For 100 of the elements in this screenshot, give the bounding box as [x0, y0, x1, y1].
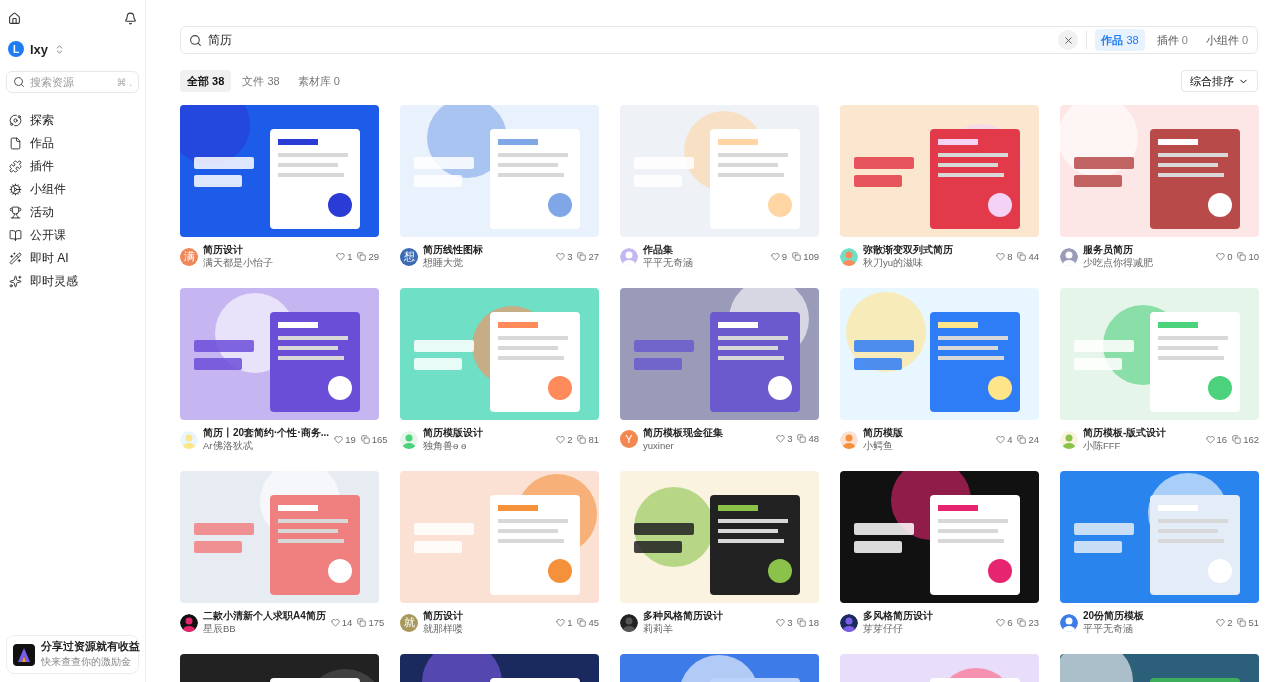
- card-title[interactable]: 简历设计: [423, 609, 463, 623]
- copy-count: 23: [1028, 617, 1039, 628]
- copy-count: 81: [588, 434, 599, 445]
- copy-icon: [1237, 252, 1247, 261]
- card-author: 莉莉羊: [643, 623, 673, 636]
- scope-tab[interactable]: 插件 0: [1150, 29, 1194, 51]
- search-icon: [189, 33, 202, 47]
- heart-icon: [770, 252, 780, 261]
- card-title[interactable]: 多风格简历设计: [863, 609, 933, 623]
- search-field[interactable]: 简历 作品 38 插件 0 小组件 0: [180, 26, 1258, 54]
- like-count: 19: [345, 434, 356, 445]
- card-author: 就那样喽: [423, 623, 463, 636]
- avatar: 满: [180, 247, 198, 266]
- sort-dropdown[interactable]: 综合排序: [1181, 70, 1258, 92]
- orbit-icon: [9, 114, 22, 127]
- gear-icon: [9, 183, 22, 196]
- heart-icon: [1216, 252, 1226, 261]
- card-title[interactable]: 简历模板-版式设计: [1083, 426, 1167, 440]
- avatar: 想: [400, 247, 418, 266]
- card-author: 星辰BB: [203, 623, 236, 636]
- copy-count: 10: [1248, 251, 1259, 262]
- like-count: 1: [567, 617, 573, 628]
- card-author: 平平无奇涵: [643, 257, 693, 270]
- like-count: 3: [567, 251, 573, 262]
- heart-icon: [1216, 618, 1226, 627]
- card-author: 满天都是小怡子: [203, 257, 273, 270]
- heart-icon: [996, 435, 1006, 444]
- scope-tab[interactable]: 小组件 0: [1199, 29, 1254, 51]
- card-title[interactable]: 简历线性图标: [423, 243, 483, 257]
- heart-icon: [336, 252, 346, 261]
- heart-icon: [330, 618, 340, 627]
- wand-icon: [9, 252, 22, 265]
- card-author: yuxiner: [643, 440, 674, 451]
- nav-item[interactable]: 活动: [6, 201, 139, 224]
- nav-item[interactable]: 探索: [6, 109, 139, 132]
- logo-icon: [13, 643, 35, 666]
- heart-icon: [1205, 435, 1215, 444]
- promo-card[interactable]: 分享过资源就有收益 快来查查你的激励金: [6, 635, 139, 674]
- copy-icon: [360, 435, 370, 444]
- search-value[interactable]: 简历: [208, 31, 1053, 49]
- card-title[interactable]: 简历模版: [863, 426, 903, 440]
- nav-item[interactable]: 插件: [6, 155, 139, 178]
- copy-icon: [577, 252, 587, 261]
- filter-tab[interactable]: 全部 38: [180, 70, 232, 92]
- card-title[interactable]: 服务员简历: [1083, 243, 1133, 257]
- file-icon: [9, 137, 22, 150]
- trophy-icon: [9, 206, 22, 219]
- home-icon[interactable]: [8, 12, 21, 25]
- scope-tab[interactable]: 作品 38: [1095, 29, 1145, 51]
- heart-icon: [776, 434, 786, 443]
- copy-count: 24: [1028, 434, 1039, 445]
- copy-count: 29: [368, 251, 379, 262]
- copy-icon: [1232, 435, 1242, 444]
- heart-icon: [556, 618, 566, 627]
- heart-icon: [776, 618, 786, 627]
- card-title[interactable]: 作品集: [643, 243, 673, 257]
- copy-icon: [1017, 435, 1027, 444]
- card-title[interactable]: 弥散渐变双列式简历: [863, 243, 953, 257]
- filter-tab[interactable]: 文件 38: [235, 70, 287, 92]
- copy-count: 45: [588, 617, 599, 628]
- like-count: 6: [1007, 617, 1013, 628]
- card-title[interactable]: 20份简历模板: [1083, 609, 1145, 623]
- card-title[interactable]: 二款小清新个人求职A4简历: [203, 609, 326, 623]
- heart-icon: [996, 618, 1006, 627]
- like-count: 9: [781, 251, 788, 262]
- nav-item[interactable]: 即时 AI: [6, 247, 139, 270]
- card-author: Ar佛洛狄忒: [203, 440, 253, 453]
- nav-item[interactable]: 作品: [6, 132, 139, 155]
- sparkle-icon: [9, 275, 22, 288]
- card-title[interactable]: 简历丨20套简约·个性·商务...: [203, 426, 330, 440]
- close-icon: [1062, 34, 1074, 46]
- user-name[interactable]: lxy: [30, 41, 49, 57]
- filter-tab[interactable]: 素材库 0: [290, 70, 347, 92]
- bell-icon[interactable]: [124, 12, 137, 25]
- card-author: 小鳄鱼: [863, 440, 893, 453]
- clear-button[interactable]: [1058, 30, 1079, 50]
- heart-icon: [556, 435, 566, 444]
- card-author: 平平无奇涵: [1083, 623, 1133, 636]
- avatar: Y: [620, 429, 638, 448]
- like-count: 8: [1007, 251, 1013, 262]
- card-author: 少吃点你得减肥: [1083, 257, 1153, 270]
- card-title[interactable]: 简历模版设计: [423, 426, 483, 440]
- card-title[interactable]: 简历设计: [203, 243, 243, 257]
- like-count: 3: [787, 617, 793, 628]
- avatar: 就: [400, 613, 418, 632]
- copy-count: 165: [371, 434, 388, 445]
- nav-item[interactable]: 即时灵感: [6, 270, 139, 293]
- card-title[interactable]: 简历模板现金征集: [643, 426, 723, 440]
- like-count: 14: [341, 617, 353, 628]
- copy-icon: [577, 435, 587, 444]
- nav-item[interactable]: 小组件: [6, 178, 139, 201]
- like-count: 4: [1007, 434, 1013, 445]
- card-author: 秋刀yu的滋味: [863, 257, 924, 270]
- copy-icon: [357, 618, 367, 627]
- nav-item[interactable]: 公开课: [6, 224, 139, 247]
- copy-icon: [1237, 618, 1247, 627]
- card-title[interactable]: 多种风格简历设计: [643, 609, 723, 623]
- heart-icon: [556, 252, 566, 261]
- like-count: 3: [787, 433, 793, 444]
- copy-count: 109: [803, 251, 819, 262]
